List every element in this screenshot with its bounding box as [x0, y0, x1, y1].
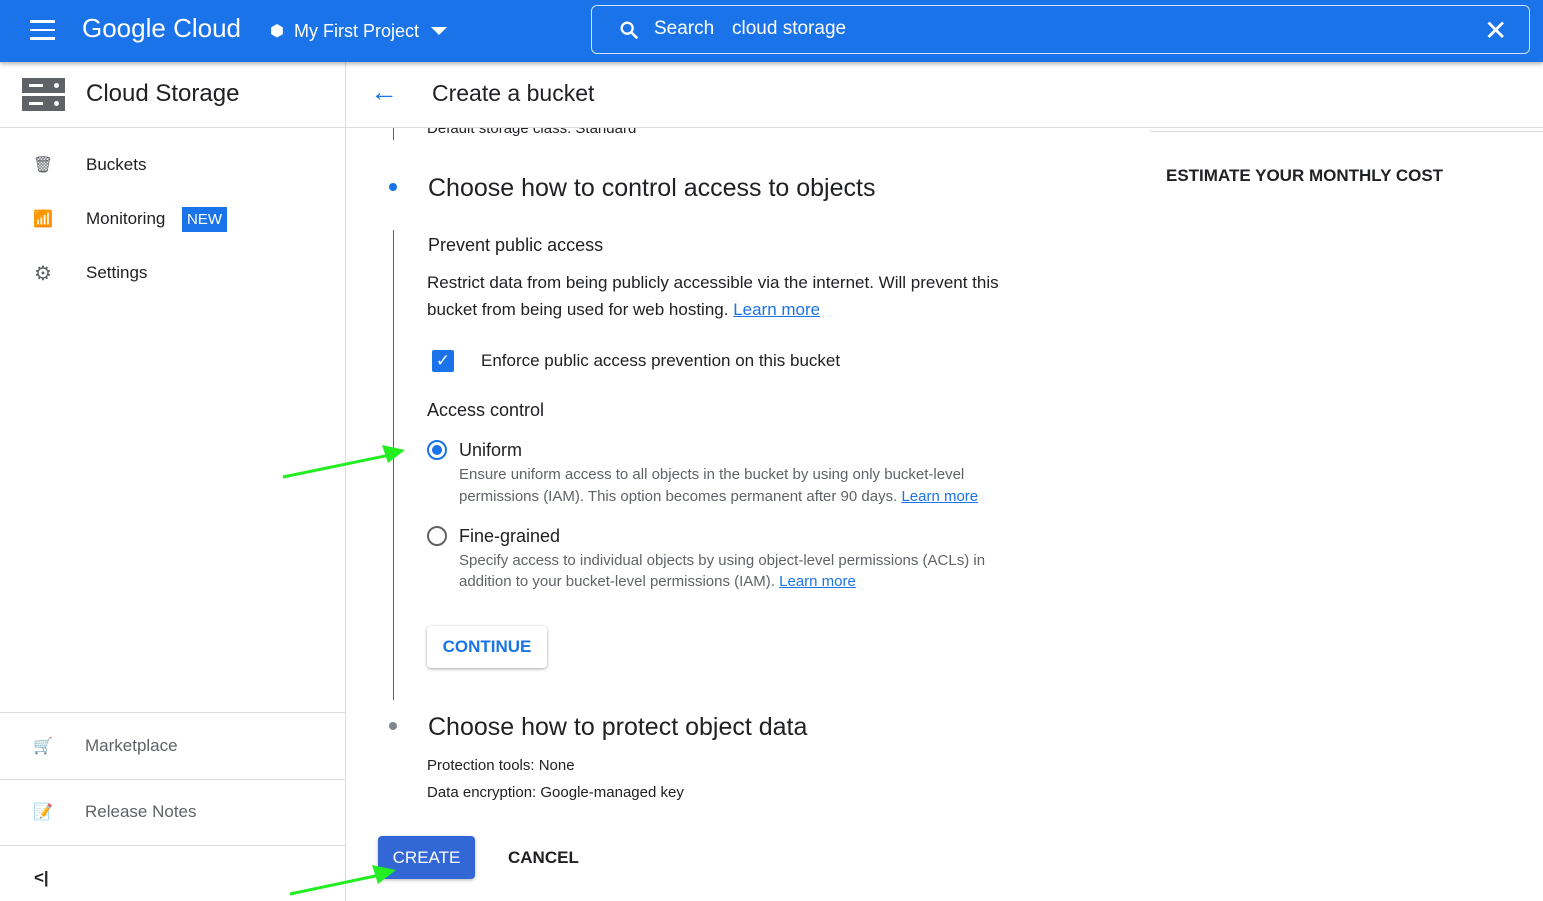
cancel-button[interactable]: CANCEL	[508, 848, 579, 868]
enforce-checkbox[interactable]: ✓	[432, 350, 454, 372]
search-bar[interactable]: Search cloud storage ✕	[591, 5, 1530, 54]
sidebar-item-monitoring[interactable]: 📶BucketsMonitoringNEW	[0, 192, 345, 246]
section-title: Choose how to protect object data	[428, 713, 808, 741]
bucket-icon: 🗑	[32, 157, 54, 174]
close-icon[interactable]: ✕	[1484, 14, 1507, 47]
stepper-line	[393, 128, 394, 140]
learn-more-link[interactable]: Learn more	[901, 488, 978, 505]
sidebar-title: Cloud Storage	[86, 80, 240, 107]
sidebar-item-release-notes[interactable]: 📝 Release Notes	[0, 785, 345, 839]
chevron-down-icon	[430, 27, 447, 35]
cart-icon: 🛒	[33, 738, 53, 755]
search-icon	[620, 21, 639, 40]
collapse-sidebar-button[interactable]: <|	[34, 868, 49, 888]
brand-logo[interactable]: Google Cloud	[82, 13, 241, 44]
sidebar: Cloud Storage 🗑Buckets 📶BucketsMonitorin…	[0, 62, 346, 901]
estimate-cost-link[interactable]: ESTIMATE YOUR MONTHLY COST	[1166, 166, 1443, 186]
back-arrow-icon[interactable]: ←	[370, 76, 398, 108]
monitoring-icon: 📶	[33, 211, 53, 228]
release-notes-icon: 📝	[33, 804, 53, 821]
step-bullet-active	[389, 183, 397, 191]
learn-more-link[interactable]: Learn more	[779, 573, 856, 590]
stepper-line	[393, 230, 394, 700]
section-title: Choose how to control access to objects	[428, 174, 876, 202]
learn-more-link[interactable]: Learn more	[733, 300, 820, 319]
search-input[interactable]: cloud storage	[732, 18, 846, 40]
prev-step-summary: Default storage class: Standard	[427, 128, 637, 137]
radio-fine-grained[interactable]	[427, 526, 447, 546]
radio-uniform[interactable]	[427, 440, 447, 460]
project-icon: ⬢	[270, 23, 284, 40]
create-button[interactable]: CREATE	[378, 836, 475, 879]
page-title: Create a bucket	[432, 80, 595, 106]
sidebar-item-buckets[interactable]: 🗑 Buckets	[0, 138, 345, 192]
top-bar: Google Cloud ⬢ My First Project Search c…	[0, 0, 1543, 62]
menu-icon[interactable]	[30, 20, 55, 40]
gear-icon: ⚙	[34, 262, 52, 285]
step-bullet	[389, 722, 397, 730]
sidebar-item-settings[interactable]: ⚙ Settings	[0, 246, 345, 300]
storage-icon	[22, 78, 65, 111]
sidebar-item-marketplace[interactable]: 🛒 Marketplace	[0, 719, 345, 773]
continue-button[interactable]: CONTINUE	[427, 626, 547, 668]
project-selector[interactable]: ⬢ My First Project	[270, 16, 447, 46]
new-badge: NEW	[182, 206, 227, 232]
